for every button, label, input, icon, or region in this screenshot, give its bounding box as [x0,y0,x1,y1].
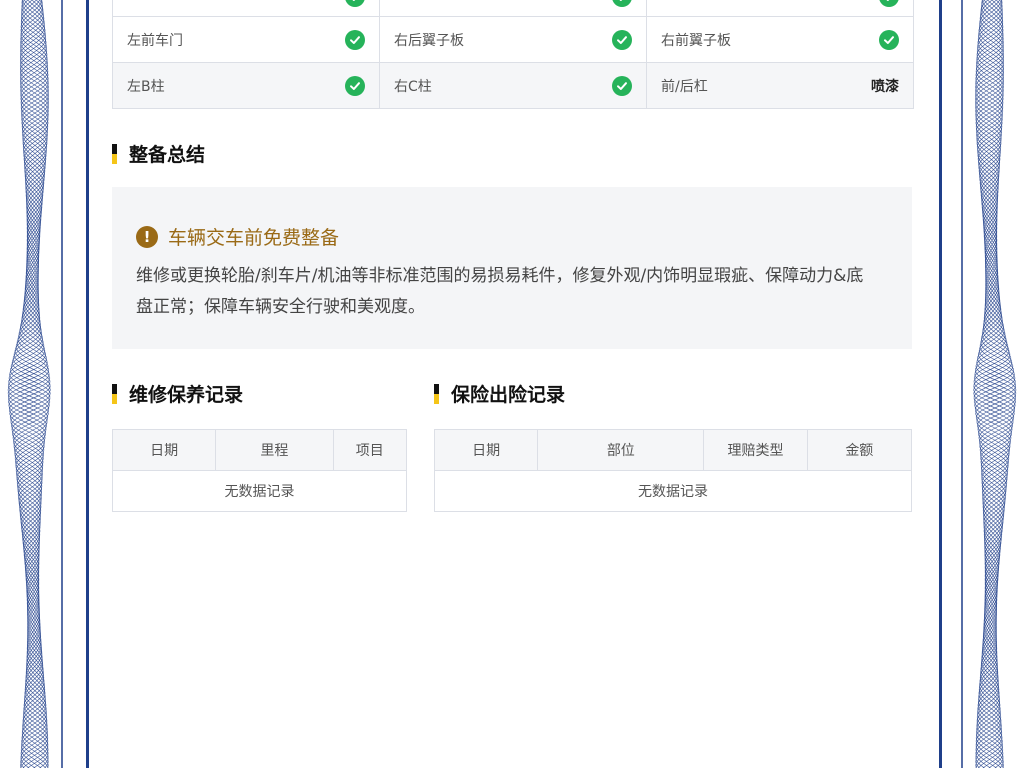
check-circle-icon [879,29,899,50]
table-header: 日期 部位 理赔类型 金额 [435,430,911,471]
empty-state: 无数据记录 [224,484,295,500]
inspection-cell [646,0,913,16]
check-circle-icon [345,29,365,50]
status-text: 喷漆 [871,78,899,95]
column-header: 日期 [150,443,179,459]
inspection-grid: 左前车门 右后翼子板 右前翼子板 左B柱 右C柱 前/后杠 喷漆 [112,0,914,109]
section-title-insurance: 保险出险记录 [434,380,565,407]
part-label: 右前翼子板 [661,32,731,49]
check-circle-icon [612,29,632,50]
frame-line-right [939,0,942,768]
inspection-row [113,0,913,16]
maintenance-table: 日期 里程 项目 无数据记录 [112,429,407,512]
column-header: 日期 [472,443,501,459]
check-circle-icon [612,75,632,96]
guilloche-border-left [7,0,63,768]
column-header: 理赔类型 [703,430,806,470]
column-header: 金额 [806,430,911,470]
part-label: 左B柱 [127,78,165,95]
column-header: 项目 [332,430,407,470]
frame-line-left [86,0,89,768]
part-label: 右C柱 [394,78,432,95]
inspection-cell: 右前翼子板 [646,17,913,62]
inspection-row: 左前车门 右后翼子板 右前翼子板 [113,16,913,62]
section-marker [112,143,117,164]
section-marker [112,383,117,404]
table-header: 日期 里程 项目 [113,430,406,471]
guilloche-border-right [961,0,1017,768]
column-header: 里程 [215,430,332,470]
empty-state: 无数据记录 [638,484,708,500]
section-title-maintenance: 维修保养记录 [112,380,243,407]
check-circle-icon [612,0,632,7]
inspection-cell [379,0,646,16]
insurance-table: 日期 部位 理赔类型 金额 无数据记录 [434,429,912,512]
notice-body: 维修或更换轮胎/刹车片/机油等非标准范围的易损易耗件，修复外观/内饰明显瑕疵、保… [136,266,864,317]
notice-header: ! 车辆交车前免费整备 [136,223,339,250]
inspection-cell [113,0,379,16]
exclamation-circle-icon: ! [136,225,158,248]
inspection-cell: 前/后杠 喷漆 [646,63,913,108]
column-header: 部位 [537,430,703,470]
section-title-summary: 整备总结 [112,140,205,167]
notice-title: 车辆交车前免费整备 [168,227,340,249]
part-label: 右后翼子板 [394,32,464,49]
check-circle-icon [345,75,365,96]
inspection-row: 左B柱 右C柱 前/后杠 喷漆 [113,62,913,108]
check-circle-icon [345,0,365,7]
section-marker [434,383,439,404]
inspection-cell: 右C柱 [379,63,646,108]
inspection-cell: 右后翼子板 [379,17,646,62]
inspection-cell: 左B柱 [113,63,379,108]
inspection-cell: 左前车门 [113,17,379,62]
check-circle-icon [879,0,899,7]
summary-box: ! 车辆交车前免费整备 维修或更换轮胎/刹车片/机油等非标准范围的易损易耗件，修… [112,187,912,349]
part-label: 前/后杠 [661,78,708,95]
part-label: 左前车门 [127,32,183,49]
